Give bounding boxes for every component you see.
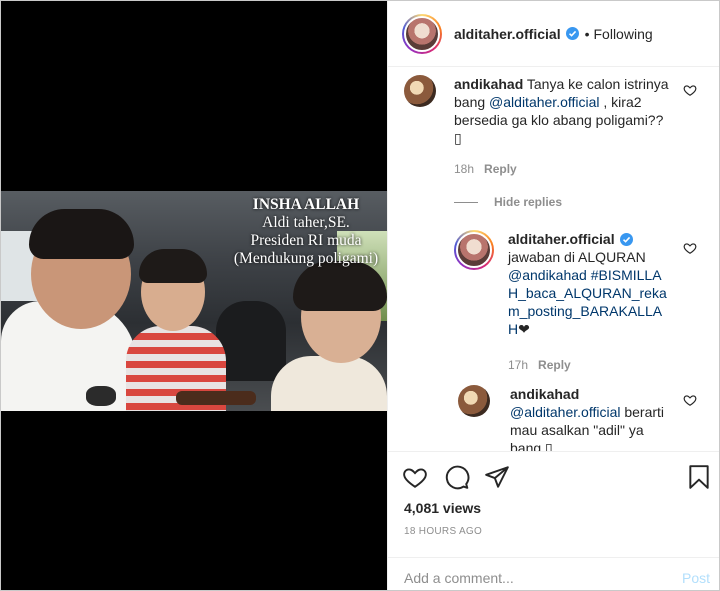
emoji-glyph: ▯: [454, 130, 462, 146]
like-comment-heart-icon[interactable]: [683, 393, 697, 407]
reply-username[interactable]: andikahad: [510, 386, 579, 402]
car-headrest: [216, 301, 286, 381]
overlay-line: INSHA ALLAH: [252, 196, 360, 213]
view-count[interactable]: 4,081 views: [404, 500, 481, 516]
overlay-line: Presiden RI muda: [250, 232, 362, 249]
reply-meta: 17h Reply: [508, 358, 571, 372]
like-comment-heart-icon[interactable]: [683, 241, 697, 255]
comment-bubble-icon[interactable]: [444, 464, 470, 490]
following-button[interactable]: Following: [594, 26, 653, 42]
mention-link[interactable]: @alditaher.official: [489, 94, 599, 110]
girl-hair: [293, 261, 387, 311]
reply-time: 17h: [508, 358, 529, 372]
like-heart-icon[interactable]: [402, 464, 428, 490]
save-bookmark-icon[interactable]: [686, 464, 712, 490]
overlay-line: (Mendukung poligami): [233, 250, 379, 267]
heart-emoji: ❤: [518, 321, 530, 337]
hide-replies-divider: [454, 202, 478, 203]
post-button[interactable]: Post: [682, 570, 710, 586]
hide-replies-button[interactable]: Hide replies: [494, 195, 562, 209]
header-username[interactable]: alditaher.official: [454, 26, 561, 42]
avatar[interactable]: [454, 230, 494, 270]
comment-input[interactable]: Add a comment...: [404, 570, 514, 586]
comment-text: andikahad Tanya ke calon istrinya bang @…: [454, 75, 669, 147]
post-header: alditaher.official • Following: [388, 1, 719, 67]
ukulele: [176, 391, 256, 405]
reply-username[interactable]: alditaher.official: [508, 231, 615, 247]
comments-list[interactable]: andikahad Tanya ke calon istrinya bang @…: [388, 67, 719, 451]
comment-item: andikahad Tanya ke calon istrinya bang @…: [404, 75, 669, 147]
reply-item: alditaher.official jawaban di ALQURAN @a…: [454, 230, 668, 338]
separator-dot: •: [584, 25, 590, 42]
reply-item: andikahad @alditaher.official berarti ma…: [458, 385, 672, 451]
girl-shirt: [271, 356, 387, 411]
emoji-glyph: ▯: [545, 440, 553, 451]
post-side-panel: alditaher.official • Following andikahad…: [387, 1, 719, 590]
verified-badge-icon: [619, 233, 633, 246]
comment-time: 18h: [454, 162, 475, 176]
post-timestamp[interactable]: 18 HOURS AGO: [404, 526, 482, 537]
share-send-icon[interactable]: [484, 464, 510, 490]
instagram-post-window: INSHA ALLAH Aldi taher,SE. Presiden RI m…: [0, 0, 720, 591]
verified-badge-icon: [565, 27, 579, 40]
man-hair: [29, 209, 134, 259]
child-hair: [139, 249, 207, 283]
avatar[interactable]: [458, 385, 490, 417]
reply-text: andikahad @alditaher.official berarti ma…: [510, 385, 672, 451]
reply-button[interactable]: Reply: [538, 358, 571, 372]
post-actions: 4,081 views 18 HOURS AGO: [388, 451, 719, 549]
comment-username[interactable]: andikahad: [454, 76, 523, 92]
video-frame[interactable]: INSHA ALLAH Aldi taher,SE. Presiden RI m…: [1, 191, 387, 411]
overlay-line: Aldi taher,SE.: [262, 214, 350, 231]
reply-body: jawaban di ALQURAN: [508, 249, 646, 265]
video-caption-overlay: INSHA ALLAH Aldi taher,SE. Presiden RI m…: [226, 196, 386, 268]
reply-text: alditaher.official jawaban di ALQURAN @a…: [508, 230, 668, 338]
avatar[interactable]: [402, 13, 442, 54]
shirt-logo: [86, 386, 116, 406]
comment-meta: 18h Reply: [454, 162, 517, 176]
post-media[interactable]: INSHA ALLAH Aldi taher,SE. Presiden RI m…: [1, 1, 387, 590]
like-comment-heart-icon[interactable]: [683, 83, 697, 97]
avatar-image: [404, 15, 440, 52]
mention-link[interactable]: @alditaher.official: [510, 404, 620, 420]
mention-link[interactable]: @andikahad: [508, 267, 587, 283]
avatar-image: [456, 232, 492, 268]
reply-button[interactable]: Reply: [484, 162, 517, 176]
avatar[interactable]: [404, 75, 436, 107]
add-comment-bar: Add a comment... Post: [388, 557, 719, 590]
